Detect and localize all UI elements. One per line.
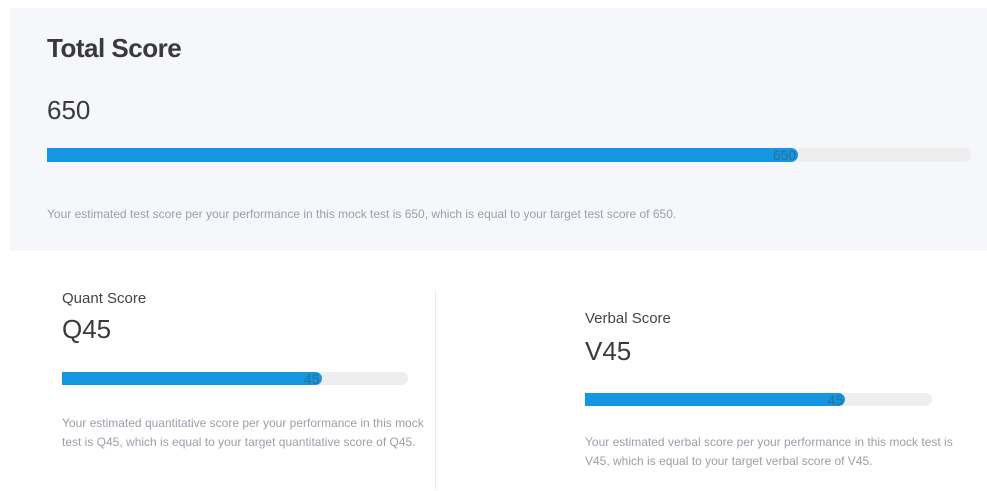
total-score-progress-label: 650 xyxy=(772,147,797,163)
quant-score-progress-fill xyxy=(62,372,322,385)
verbal-score-progress-track: 45 xyxy=(585,391,932,408)
quant-score-description: Your estimated quantitative score per yo… xyxy=(62,416,424,449)
verbal-score-description: Your estimated verbal score per your per… xyxy=(585,435,953,468)
total-score-title: Total Score xyxy=(47,33,182,63)
total-score-description: Your estimated test score per your perfo… xyxy=(47,207,677,221)
section-divider xyxy=(435,290,436,490)
quant-score-label: Quant Score xyxy=(62,290,147,307)
total-score-progress-track: 650 xyxy=(47,148,971,162)
total-score-value: 650 xyxy=(47,95,91,125)
quant-score-progress-label: 45 xyxy=(303,370,320,387)
verbal-score-progress-fill xyxy=(585,393,846,406)
verbal-score-progress-label: 45 xyxy=(827,391,844,408)
quant-score-progress-track: 45 xyxy=(62,370,408,387)
quant-score-value: Q45 xyxy=(62,314,112,344)
total-score-progress-fill xyxy=(47,148,799,162)
verbal-score-label: Verbal Score xyxy=(585,310,671,327)
verbal-score-value: V45 xyxy=(585,336,632,366)
